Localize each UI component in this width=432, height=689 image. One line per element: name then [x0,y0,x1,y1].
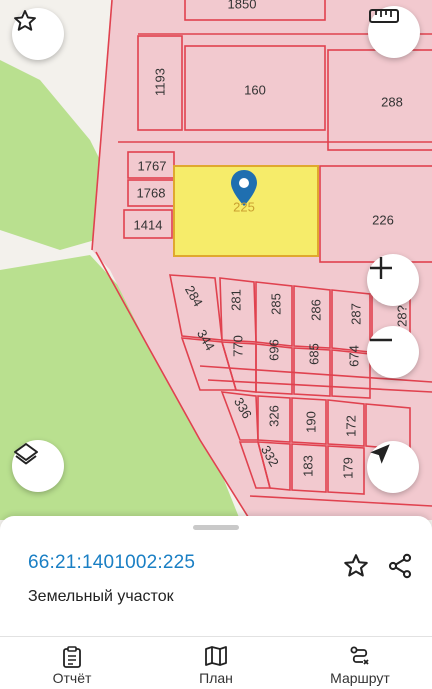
cadastral-map[interactable]: 1850 1193 160 288 1767 1768 1414 225 226… [0,0,432,520]
tab-label: Маршрут [330,670,390,686]
plot-label: 285 [268,293,284,315]
bottom-tab-bar: Отчёт План Маршрут [0,636,432,689]
share-button[interactable] [384,550,416,582]
plot-label: 226 [372,212,394,228]
tab-route[interactable]: Маршрут [310,637,410,689]
plus-icon [370,257,392,279]
tab-label: Отчёт [52,670,92,686]
cadastral-number[interactable]: 66:21:1401002:225 [28,552,195,574]
plot-label: 288 [381,94,403,110]
object-info-sheet[interactable]: 66:21:1401002:225 Земельный участок [0,516,432,636]
layers-icon [14,443,38,465]
map-icon [205,646,227,666]
plot-label: 770 [230,335,246,357]
navigation-arrow-icon [370,444,390,464]
plot-label: 1767 [137,158,167,174]
route-icon [350,646,369,665]
favorite-button[interactable] [340,550,372,582]
zoom-out-button[interactable] [367,326,419,378]
layers-button[interactable] [12,440,64,492]
plot-label: 28? [394,305,410,327]
plot-label: 685 [306,343,322,365]
plot-label: 183 [300,455,316,477]
favorite-map-button[interactable] [12,8,64,60]
zoom-in-button[interactable] [367,254,419,306]
my-location-button[interactable] [367,441,419,493]
plot-label: 281 [228,289,244,311]
tab-plan[interactable]: План [166,637,266,689]
plot-label: 1850 [227,0,257,12]
plot-label: 1768 [136,185,166,201]
tab-report[interactable]: Отчёт [22,637,122,689]
ruler-button[interactable] [368,6,420,58]
sheet-drag-handle[interactable] [193,525,239,530]
plot-label: 286 [308,299,324,321]
star-icon [344,554,368,577]
share-icon [388,553,412,579]
tab-label: План [199,670,233,686]
plot-label: 172 [343,415,359,437]
object-type: Земельный участок [28,588,174,605]
plot-label: 674 [346,345,362,367]
star-icon [14,10,36,31]
ruler-icon [369,9,399,23]
plot-label: 1193 [152,68,168,96]
plot-label: 1414 [133,217,163,233]
clipboard-icon [63,646,81,668]
plot-label: 160 [244,82,266,98]
plot-label: 179 [340,457,356,479]
plot-label: 326 [266,405,282,427]
plot-label: 287 [348,303,364,325]
plot-label: 696 [266,339,282,361]
minus-icon [370,338,392,342]
plot-label: 190 [303,411,319,433]
plot-label-selected: 225 [233,199,255,215]
